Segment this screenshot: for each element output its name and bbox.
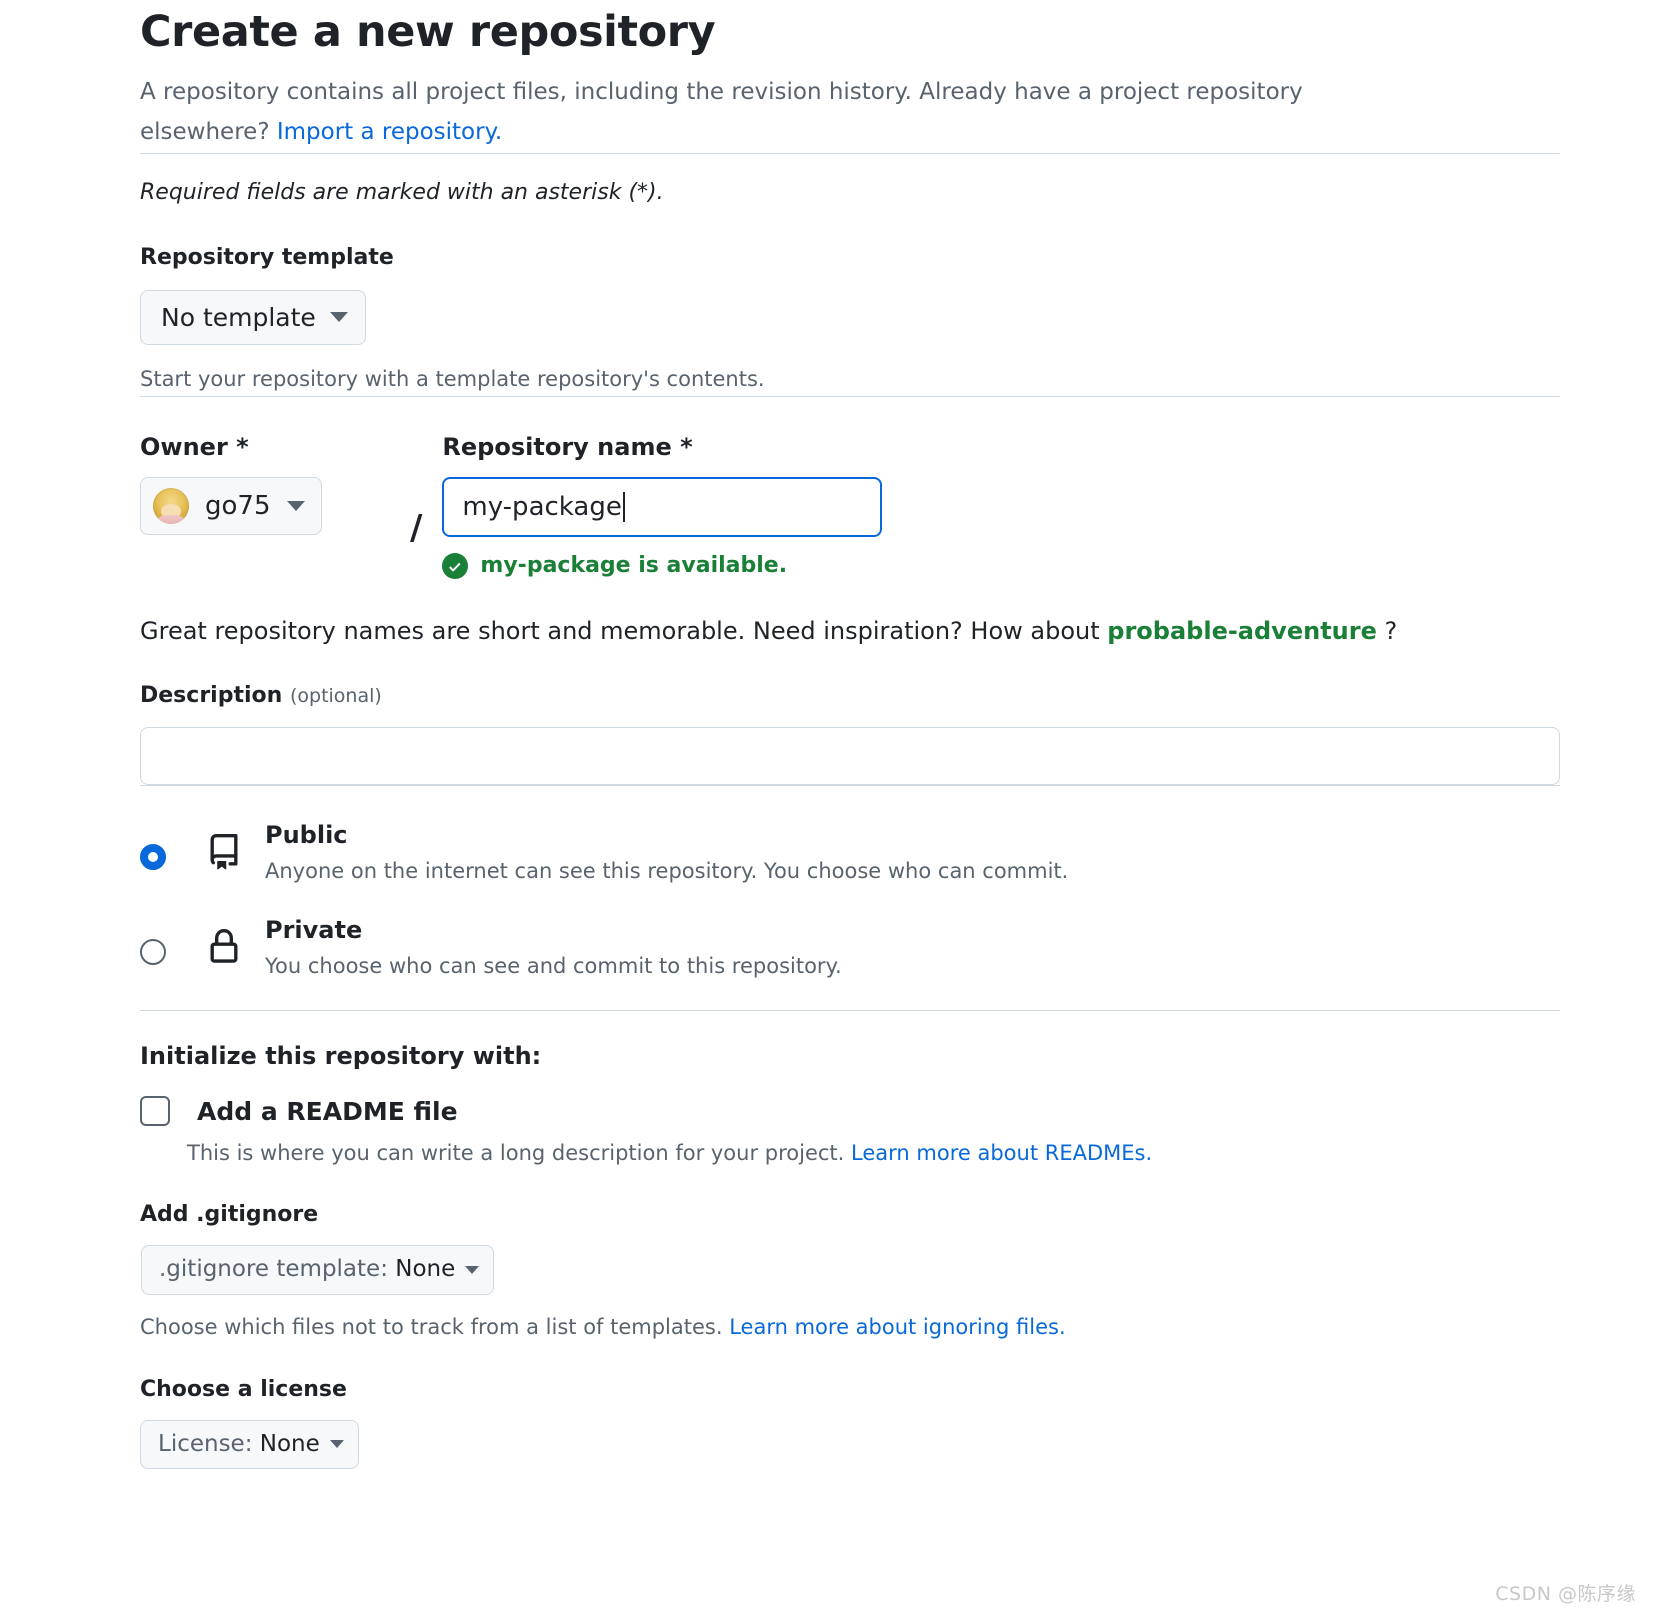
license-select-text: License: None [158, 1430, 320, 1457]
initialize-title: Initialize this repository with: [140, 1042, 542, 1071]
inspiration-message: Great repository names are short and mem… [140, 616, 1560, 647]
check-circle-icon [442, 552, 469, 579]
gitignore-help-text: Choose which files not to track from a l… [140, 1314, 730, 1339]
watermark: CSDN @陈序缘 [1495, 1583, 1636, 1605]
chevron-down-icon [329, 1440, 344, 1449]
inspiration-suffix: ? [1376, 616, 1398, 645]
gitignore-select-value: None [395, 1256, 456, 1283]
avatar [153, 487, 189, 524]
repository-template-select[interactable]: No template [140, 289, 366, 346]
visibility-option-public[interactable]: Public Anyone on the internet can see th… [140, 820, 1560, 885]
visibility-public-description: Anyone on the internet can see this repo… [265, 858, 1069, 883]
readme-label: Add a README file [197, 1096, 458, 1126]
radio-public[interactable] [140, 843, 166, 870]
repository-template-value: No template [161, 302, 316, 332]
visibility-public-title: Public [265, 820, 348, 849]
chevron-down-icon [329, 312, 348, 323]
owner-select[interactable]: go75 [140, 476, 322, 535]
gitignore-label: Add .gitignore [140, 1202, 319, 1228]
repo-icon [206, 833, 246, 870]
radio-private[interactable] [140, 939, 166, 966]
owner-and-name-row: Owner * go75 / Repository name * my-pack… [140, 433, 1560, 579]
license-select-value: None [259, 1430, 320, 1457]
visibility-option-private[interactable]: Private You choose who can see and commi… [140, 915, 1560, 980]
chevron-down-icon [286, 500, 305, 511]
divider-template [140, 395, 1560, 397]
visibility-private-title: Private [265, 916, 363, 945]
divider-visibility [140, 1010, 1560, 1012]
gitignore-template-select[interactable]: .gitignore template: None [141, 1245, 495, 1295]
path-separator: / [410, 507, 423, 548]
create-repository-form: Create a new repository A repository con… [140, 0, 1560, 1469]
license-select[interactable]: License: None [140, 1419, 359, 1469]
readme-row[interactable]: Add a README file [140, 1096, 1560, 1127]
divider-top [140, 152, 1560, 154]
suggested-repository-name[interactable]: probable-adventure [1107, 617, 1377, 645]
owner-name: go75 [205, 490, 271, 521]
repository-template-section: Repository template No template Start yo… [140, 245, 1560, 396]
license-label: Choose a license [140, 1376, 347, 1402]
description-input[interactable] [140, 726, 1560, 785]
repository-template-helper: Start your repository with a template re… [140, 367, 765, 392]
description-label-text: Description [140, 682, 283, 708]
repository-name-label: Repository name * [442, 432, 693, 461]
gitignore-help: Choose which files not to track from a l… [140, 1315, 1560, 1339]
inspiration-prefix: Great repository names are short and mem… [140, 616, 1108, 645]
visibility-private-description: You choose who can see and commit to thi… [265, 954, 842, 979]
gitignore-select-text: .gitignore template: None [159, 1257, 455, 1282]
visibility-public-text: Public Anyone on the internet can see th… [265, 820, 1560, 885]
gitignore-select-prefix: .gitignore template: [159, 1256, 396, 1283]
visibility-private-text: Private You choose who can see and commi… [265, 915, 1560, 980]
owner-label: Owner * [140, 432, 249, 461]
availability-message: my-package is available. [442, 552, 1560, 579]
chevron-down-icon [465, 1265, 480, 1274]
page-title: Create a new repository [140, 7, 716, 57]
repository-template-label: Repository template [140, 244, 394, 270]
import-repository-link[interactable]: Import a repository. [277, 119, 502, 145]
gitignore-learn-more-link[interactable]: Learn more about ignoring files. [729, 1315, 1065, 1339]
page-description: A repository contains all project files,… [140, 73, 1415, 152]
readme-learn-more-link[interactable]: Learn more about READMEs. [851, 1141, 1152, 1165]
readme-help-text: This is where you can write a long descr… [187, 1141, 852, 1166]
repository-name-value: my-package [462, 491, 622, 522]
description-section: Description (optional) [140, 683, 1560, 785]
divider-description [140, 784, 1560, 786]
required-fields-note: Required fields are marked with an aster… [140, 179, 664, 205]
owner-field: Owner * go75 [140, 433, 390, 535]
readme-help: This is where you can write a long descr… [187, 1141, 1560, 1165]
visibility-group: Public Anyone on the internet can see th… [140, 820, 1560, 981]
repository-name-input[interactable]: my-package [442, 476, 883, 537]
description-optional-tag: (optional) [289, 684, 382, 707]
description-label: Description (optional) [140, 683, 1560, 708]
availability-text: my-package is available. [480, 553, 788, 579]
initialize-section: Initialize this repository with: Add a R… [140, 1042, 1560, 1165]
lock-icon [206, 929, 246, 965]
text-cursor [622, 491, 625, 522]
license-section: Choose a license License: None [140, 1377, 1560, 1469]
gitignore-section: Add .gitignore .gitignore template: None… [140, 1202, 1560, 1338]
license-select-prefix: License: [158, 1430, 260, 1457]
repository-name-field: Repository name * my-package my-package … [442, 433, 1560, 579]
checkbox-add-readme[interactable] [140, 1096, 170, 1127]
